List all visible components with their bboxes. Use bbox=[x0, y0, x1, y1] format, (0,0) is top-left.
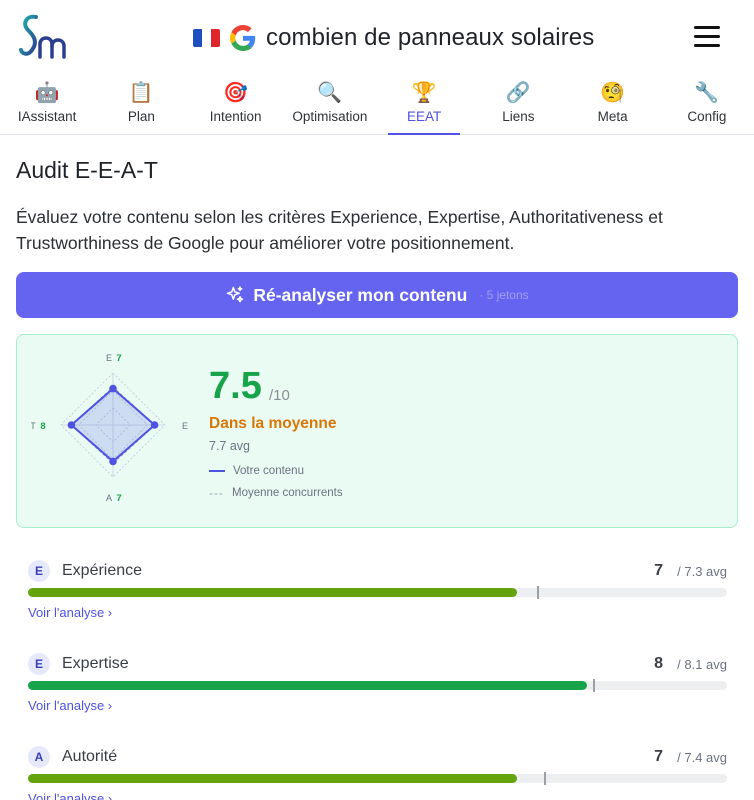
tab-intention[interactable]: 🎯 Intention bbox=[189, 78, 283, 134]
eeat-score-card: E7E8A7T8 7.5 /10 Dans la moyenne 7.7 avg… bbox=[16, 334, 738, 528]
score-status: Dans la moyenne bbox=[209, 415, 337, 432]
wrench-icon: 🔧 bbox=[694, 82, 720, 104]
tab-bar: 🤖 IAssistant 📋 Plan 🎯 Intention 🔍 Optimisation 🏆… bbox=[0, 78, 754, 135]
link-icon: 🔗 bbox=[505, 82, 531, 104]
radar-axis-value: 7 bbox=[116, 353, 121, 364]
legend-competitors: --- Moyenne concurrents bbox=[209, 486, 343, 500]
criterion-average: / 7.4 avg bbox=[677, 750, 727, 765]
target-icon: 🎯 bbox=[223, 82, 249, 104]
robot-icon: 🤖 bbox=[34, 82, 60, 104]
overall-score: 7.5 bbox=[209, 365, 262, 407]
page-title: Audit E-E-A-T bbox=[16, 157, 158, 183]
criterion-progress-track bbox=[28, 586, 727, 599]
competitor-average-marker bbox=[537, 586, 540, 599]
tab-config[interactable]: 🔧 Config bbox=[660, 78, 754, 134]
criterion-average: / 8.1 avg bbox=[677, 657, 727, 672]
tab-eeat[interactable]: 🏆 EEAT bbox=[377, 78, 471, 135]
criterion-autorité: A Autorité 7 / 7.4 avg Voir l'analyse › bbox=[28, 744, 727, 800]
eeat-radar-chart: E7E8A7T8 bbox=[31, 353, 188, 504]
criterion-average: / 7.3 avg bbox=[677, 564, 727, 579]
app-header: combien de panneaux solaires bbox=[0, 0, 754, 76]
criterion-progress-fill bbox=[28, 681, 588, 690]
your-content-polygon bbox=[69, 387, 157, 463]
radar-axis-letter: E bbox=[106, 353, 112, 363]
tab-plan[interactable]: 📋 Plan bbox=[94, 78, 188, 134]
reanalyze-label: Ré-analyser mon contenu bbox=[253, 284, 468, 305]
reanalyze-button[interactable]: Ré-analyser mon contenu · 5 jetons bbox=[16, 272, 738, 318]
criterion-score: 8 bbox=[654, 655, 663, 672]
tab-label: Intention bbox=[209, 109, 262, 124]
france-flag-icon bbox=[193, 29, 220, 47]
brand-logo[interactable] bbox=[18, 14, 66, 60]
tab-label: EEAT bbox=[406, 109, 442, 124]
competitor-average-marker bbox=[544, 772, 547, 785]
radar-axis-letter: E bbox=[182, 421, 188, 431]
tab-label: IAssistant bbox=[17, 109, 77, 124]
sparkles-icon bbox=[227, 286, 244, 303]
tab-iassistant[interactable]: 🤖 IAssistant bbox=[0, 78, 94, 134]
criterion-name: Expertise bbox=[62, 655, 129, 672]
competitor-average-marker bbox=[593, 679, 596, 692]
trophy-icon: 🏆 bbox=[411, 82, 437, 104]
radar-point bbox=[109, 384, 117, 393]
radar-axis-value: 8 bbox=[40, 421, 45, 432]
tab-label: Liens bbox=[502, 109, 535, 124]
criterion-badge: E bbox=[28, 653, 50, 675]
legend-competitors-label: Moyenne concurrents bbox=[232, 487, 343, 499]
radar-point bbox=[109, 457, 117, 466]
tab-liens[interactable]: 🔗 Liens bbox=[471, 78, 565, 134]
criterion-badge: A bbox=[28, 746, 50, 768]
tab-label: Optimisation bbox=[292, 109, 368, 124]
magnifier-icon: 🔍 bbox=[317, 82, 343, 104]
criterion-badge: E bbox=[28, 560, 50, 582]
hamburger-menu-icon[interactable] bbox=[694, 26, 720, 48]
tab-label: Plan bbox=[127, 109, 155, 124]
radar-point bbox=[150, 421, 159, 429]
page-description: Évaluez votre contenu selon les critères… bbox=[16, 207, 663, 253]
criterion-score: 7 bbox=[654, 748, 663, 765]
legend-your-content-label: Votre contenu bbox=[233, 465, 304, 477]
monocle-face-icon: 🧐 bbox=[600, 82, 626, 104]
keyword-text: combien de panneaux solaires bbox=[266, 24, 595, 51]
view-analysis-link[interactable]: Voir l'analyse › bbox=[28, 791, 112, 800]
tab-label: Meta bbox=[597, 109, 628, 124]
tab-meta[interactable]: 🧐 Meta bbox=[566, 78, 660, 134]
criterion-name: Expérience bbox=[62, 562, 143, 579]
clipboard-icon: 📋 bbox=[128, 82, 154, 104]
token-cost: · 5 jetons bbox=[479, 288, 529, 302]
score-max: /10 bbox=[269, 387, 290, 404]
legend-dash-icon: --- bbox=[209, 486, 224, 500]
criterion-expérience: E Expérience 7 / 7.3 avg Voir l'analyse › bbox=[28, 558, 727, 628]
criterion-progress-fill bbox=[28, 588, 518, 597]
radar-point bbox=[67, 421, 76, 429]
view-analysis-link[interactable]: Voir l'analyse › bbox=[28, 605, 112, 620]
radar-axis-value: 7 bbox=[116, 493, 121, 504]
criterion-expertise: E Expertise 8 / 8.1 avg Voir l'analyse › bbox=[28, 651, 727, 721]
tab-optimisation[interactable]: 🔍 Optimisation bbox=[283, 78, 377, 134]
page-keyword-title: combien de panneaux solaires bbox=[193, 22, 594, 54]
criterion-progress-fill bbox=[28, 774, 518, 783]
google-icon bbox=[230, 25, 256, 51]
criterion-progress-track bbox=[28, 679, 727, 692]
criterion-score: 7 bbox=[654, 562, 663, 579]
criterion-name: Autorité bbox=[62, 748, 118, 765]
score-average: 7.7 avg bbox=[209, 439, 251, 453]
legend-line-icon bbox=[209, 470, 225, 472]
radar-axis-letter: A bbox=[106, 493, 112, 503]
tab-label: Config bbox=[687, 109, 727, 124]
legend-your-content: Votre contenu bbox=[209, 465, 304, 477]
radar-axis-letter: T bbox=[31, 421, 36, 431]
criterion-progress-track bbox=[28, 772, 727, 785]
view-analysis-link[interactable]: Voir l'analyse › bbox=[28, 698, 112, 713]
